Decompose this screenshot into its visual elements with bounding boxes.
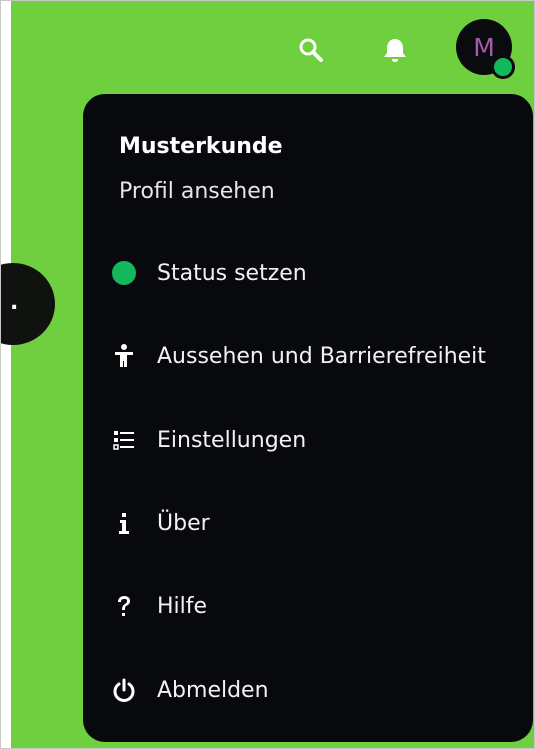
notifications-button[interactable]	[377, 32, 413, 68]
menu-item-about[interactable]: Über	[107, 501, 527, 545]
menu-item-label-logout: Abmelden	[157, 677, 269, 703]
menu-item-settings[interactable]: Einstellungen	[107, 418, 527, 462]
search-icon	[299, 38, 323, 62]
menu-item-label-status: Status setzen	[157, 260, 307, 286]
avatar-status-indicator	[491, 55, 515, 79]
help-icon	[107, 589, 141, 623]
menu-item-label-help: Hilfe	[157, 593, 208, 619]
account-menu: Musterkunde Profil ansehen Status setzen…	[83, 94, 533, 742]
menu-item-label-appearance-accessibility: Aussehen und Barrierefreiheit	[157, 343, 486, 369]
search-button[interactable]	[293, 32, 329, 68]
bell-icon	[384, 39, 406, 62]
menu-item-label-settings: Einstellungen	[157, 427, 307, 453]
partial-background-text: .	[10, 290, 19, 315]
accessibility-icon	[107, 339, 141, 373]
menu-user-name: Musterkunde	[119, 134, 283, 159]
settings-list-icon	[107, 423, 141, 457]
screenshot-frame: M . Musterkunde Profil ansehen Status se…	[0, 0, 535, 749]
view-profile-link[interactable]: Profil ansehen	[119, 179, 275, 204]
menu-item-label-about: Über	[157, 510, 210, 536]
avatar-initial: M	[473, 32, 495, 62]
menu-item-logout[interactable]: Abmelden	[107, 668, 527, 712]
info-icon	[107, 506, 141, 540]
menu-item-status[interactable]: Status setzen	[107, 251, 527, 295]
avatar-button[interactable]: M	[456, 19, 516, 79]
menu-item-help[interactable]: Hilfe	[107, 584, 527, 628]
status-dot-icon	[107, 256, 141, 290]
power-icon	[107, 673, 141, 707]
menu-item-appearance-accessibility[interactable]: Aussehen und Barrierefreiheit	[107, 334, 527, 378]
